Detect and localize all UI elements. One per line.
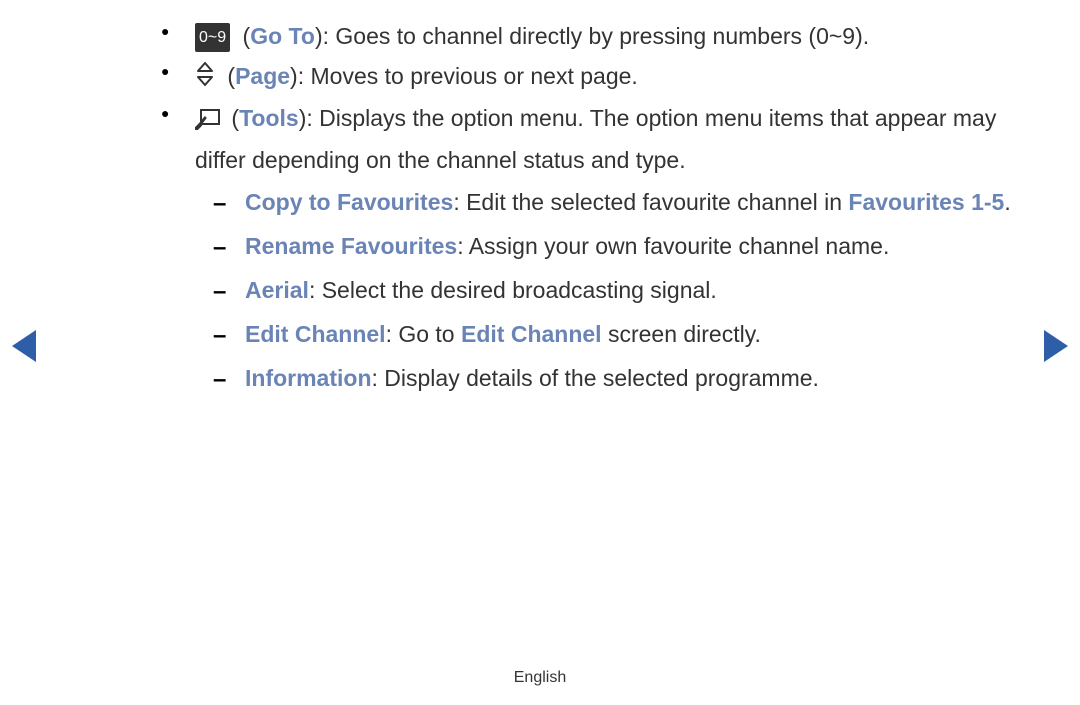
copy-fav-label: Copy to Favourites bbox=[245, 189, 453, 215]
copy-fav-emph: Favourites 1-5 bbox=[848, 189, 1004, 215]
tools-icon bbox=[195, 104, 221, 142]
up-down-icon bbox=[195, 60, 217, 98]
nav-right-arrow[interactable] bbox=[1044, 330, 1068, 362]
goto-desc: : Goes to channel directly by pressing n… bbox=[323, 23, 870, 49]
tools-sub-list: Copy to Favourites: Edit the selected fa… bbox=[195, 184, 1025, 398]
bullet-item-goto: 0~9 (Go To): Goes to channel directly by… bbox=[155, 18, 1025, 56]
info-pre: : Display details of the selected progra… bbox=[372, 365, 819, 391]
footer-language: English bbox=[0, 669, 1080, 687]
edit-ch-pre: : Go to bbox=[386, 321, 461, 347]
rename-fav-pre: : Assign your own favourite channel name… bbox=[457, 233, 889, 259]
copy-fav-pre: : Edit the selected favourite channel in bbox=[453, 189, 848, 215]
tools-desc: : Displays the option menu. The option m… bbox=[195, 105, 996, 173]
page-desc: : Moves to previous or next page. bbox=[298, 63, 638, 89]
aerial-label: Aerial bbox=[245, 277, 309, 303]
tools-label: Tools bbox=[239, 105, 299, 131]
bullet-list: 0~9 (Go To): Goes to channel directly by… bbox=[155, 18, 1025, 397]
copy-fav-post: . bbox=[1004, 189, 1010, 215]
sub-item-rename-favourites: Rename Favourites: Assign your own favou… bbox=[195, 228, 1025, 266]
aerial-pre: : Select the desired broadcasting signal… bbox=[309, 277, 717, 303]
rename-fav-label: Rename Favourites bbox=[245, 233, 457, 259]
sub-item-edit-channel: Edit Channel: Go to Edit Channel screen … bbox=[195, 316, 1025, 354]
bullet-item-tools: (Tools): Displays the option menu. The o… bbox=[155, 100, 1025, 398]
edit-ch-post: screen directly. bbox=[602, 321, 761, 347]
goto-label: Go To bbox=[250, 23, 315, 49]
content-area: 0~9 (Go To): Goes to channel directly by… bbox=[155, 18, 1025, 403]
sub-item-copy-favourites: Copy to Favourites: Edit the selected fa… bbox=[195, 184, 1025, 222]
edit-ch-label: Edit Channel bbox=[245, 321, 386, 347]
bullet-item-page: (Page): Moves to previous or next page. bbox=[155, 58, 1025, 98]
sub-item-information: Information: Display details of the sele… bbox=[195, 360, 1025, 398]
edit-ch-emph: Edit Channel bbox=[461, 321, 602, 347]
page-label: Page bbox=[235, 63, 290, 89]
manual-page: 0~9 (Go To): Goes to channel directly by… bbox=[0, 0, 1080, 705]
numbers-badge-icon: 0~9 bbox=[195, 23, 230, 52]
info-label: Information bbox=[245, 365, 372, 391]
nav-left-arrow[interactable] bbox=[12, 330, 36, 362]
sub-item-aerial: Aerial: Select the desired broadcasting … bbox=[195, 272, 1025, 310]
